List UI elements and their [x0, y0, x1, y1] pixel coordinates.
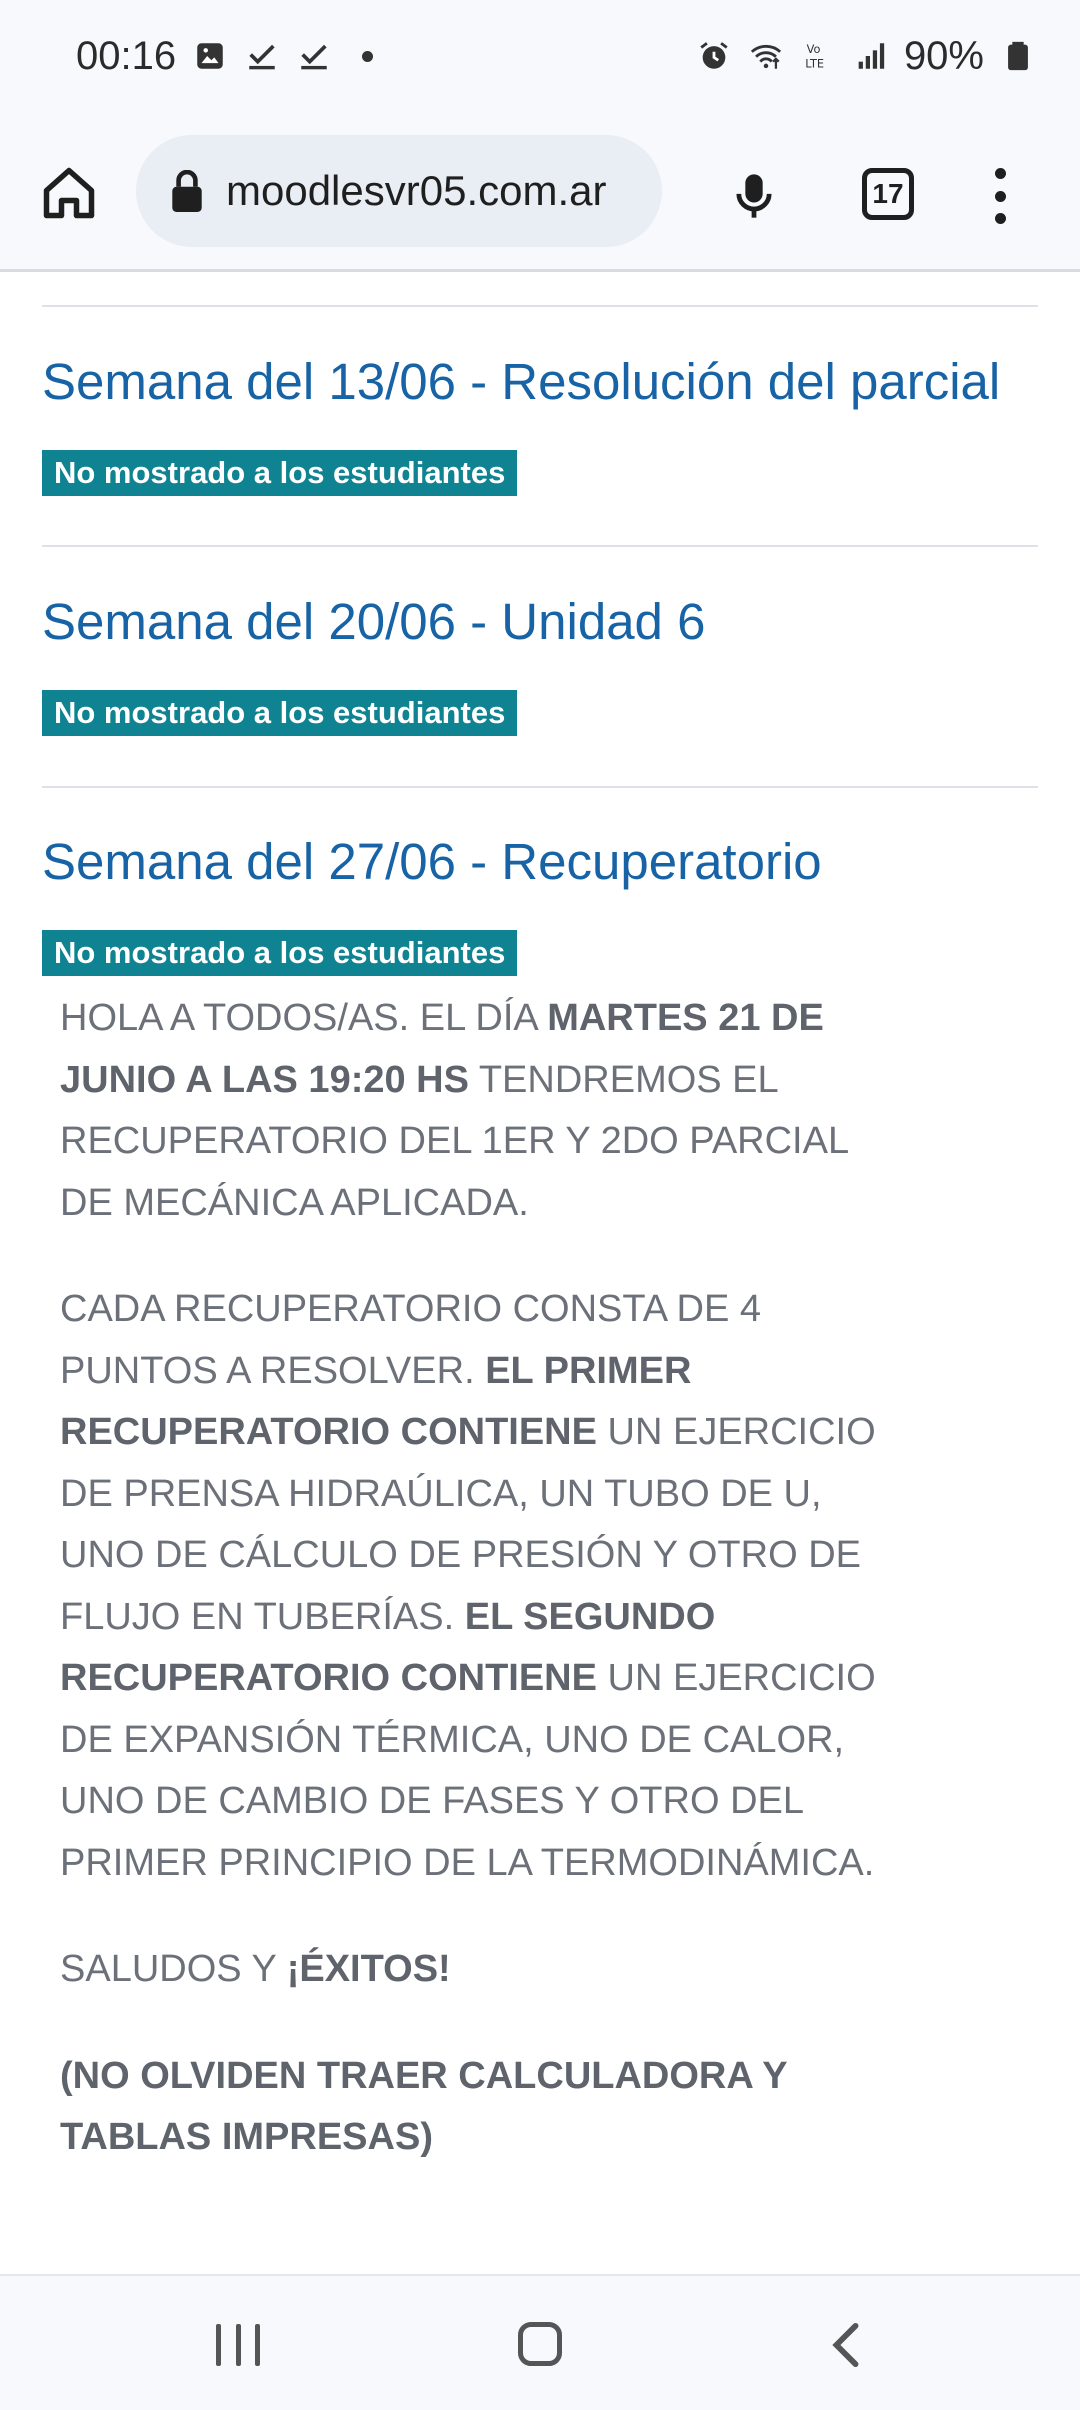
- section-title-27-06[interactable]: Semana del 27/06 - Recuperatorio: [42, 832, 822, 891]
- volte-icon: Vo LTE: [800, 38, 836, 74]
- status-bar-left: 00:16: [76, 33, 374, 79]
- recents-icon: [255, 2324, 260, 2366]
- check-icon: [244, 38, 280, 74]
- microphone-icon: [736, 174, 772, 218]
- check-icon: [296, 38, 332, 74]
- hidden-badge: No mostrado a los estudiantes: [42, 690, 518, 736]
- recents-button[interactable]: [216, 2324, 260, 2366]
- svg-text:Vo: Vo: [807, 42, 821, 56]
- battery-percent: 90%: [903, 33, 984, 78]
- clock: 00:16: [76, 33, 177, 78]
- tab-switcher-button[interactable]: 17: [862, 168, 914, 220]
- home-button[interactable]: [34, 158, 104, 228]
- back-button[interactable]: [826, 2322, 866, 2368]
- address-bar[interactable]: moodlesvr05.com.ar: [136, 135, 662, 247]
- hidden-badge: No mostrado a los estudiantes: [42, 450, 518, 496]
- summary-bold-text: ¡ÉXITOS!: [286, 1948, 451, 1990]
- summary-text: SALUDOS Y: [60, 1948, 287, 1990]
- status-bar: 00:16 Vo LTE 90%: [0, 0, 1080, 112]
- wifi-icon: [748, 38, 784, 74]
- system-navigation-bar: [0, 2274, 1080, 2410]
- battery-icon: [1000, 38, 1036, 74]
- menu-dot-icon: [994, 213, 1006, 224]
- voice-search-button[interactable]: [722, 164, 786, 228]
- recents-icon: [216, 2324, 221, 2366]
- summary-paragraph: CADA RECUPERATORIO CONSTA DE 4 PUNTOS A …: [60, 1279, 900, 1894]
- menu-dot-icon: [994, 168, 1006, 179]
- section-title-13-06[interactable]: Semana del 13/06 - Resolución del parcia…: [42, 352, 1000, 411]
- browser-toolbar: moodlesvr05.com.ar 17: [0, 112, 1080, 272]
- image-icon: [192, 38, 228, 74]
- section-divider: [42, 545, 1038, 547]
- section-title-20-06[interactable]: Semana del 20/06 - Unidad 6: [42, 592, 705, 651]
- summary-bold-text: (NO OLVIDEN TRAER CALCULADORA Y TABLAS I…: [60, 2054, 787, 2159]
- url-text: moodlesvr05.com.ar: [226, 167, 607, 214]
- svg-text:LTE: LTE: [805, 56, 824, 70]
- section-summary: HOLA A TODOS/AS. EL DÍA MARTES 21 DE JUN…: [60, 988, 900, 2214]
- menu-button[interactable]: [980, 164, 1020, 228]
- alarm-icon: [696, 38, 732, 74]
- menu-dot-icon: [994, 190, 1006, 202]
- signal-icon: [852, 38, 888, 74]
- status-bar-right: Vo LTE 90%: [696, 34, 1036, 79]
- dot-icon: [362, 50, 374, 62]
- back-icon: [832, 2322, 859, 2368]
- summary-text: HOLA A TODOS/AS. EL DÍA: [60, 997, 548, 1039]
- section-divider: [42, 305, 1038, 307]
- nav-home-button[interactable]: [518, 2322, 562, 2366]
- lock-icon: [172, 170, 202, 212]
- recents-icon: [235, 2324, 241, 2366]
- summary-paragraph: HOLA A TODOS/AS. EL DÍA MARTES 21 DE JUN…: [60, 988, 900, 1234]
- summary-paragraph: SALUDOS Y ¡ÉXITOS!: [60, 1939, 900, 2001]
- home-icon: [43, 167, 95, 219]
- hidden-badge: No mostrado a los estudiantes: [42, 930, 518, 976]
- section-divider: [42, 786, 1038, 788]
- summary-paragraph: (NO OLVIDEN TRAER CALCULADORA Y TABLAS I…: [60, 2046, 900, 2169]
